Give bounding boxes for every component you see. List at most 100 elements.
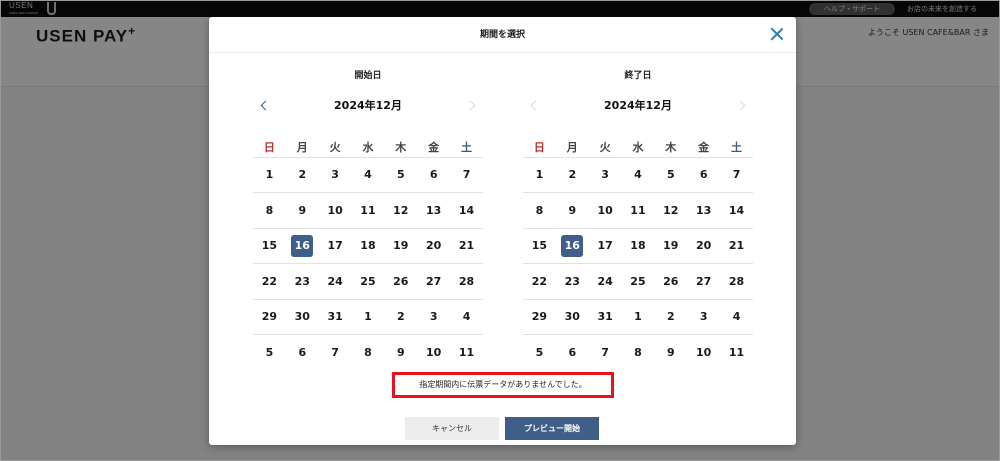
weekday-header: 土 <box>450 137 483 158</box>
day-cell[interactable]: 2 <box>285 157 319 193</box>
day-cell-disabled: 23 <box>555 263 589 300</box>
day-cell-outside: 11 <box>458 346 475 359</box>
day-cell-disabled: 30 <box>555 299 589 335</box>
day-cell-disabled: 29 <box>523 299 556 335</box>
day-cell-disabled: 6 <box>687 157 721 193</box>
day-cell-disabled: 28 <box>720 263 753 300</box>
day-cell[interactable]: 13 <box>417 192 451 229</box>
day-cell-outside: 7 <box>601 346 609 359</box>
day-cell[interactable]: 7 <box>450 157 483 193</box>
day-cell-disabled: 31 <box>588 299 622 335</box>
weekday-header: 月 <box>285 137 319 158</box>
start-month-label: 2024年12月 <box>334 99 402 112</box>
day-cell-outside: 3 <box>417 299 451 335</box>
start-month-nav: 2024年12月 <box>253 97 483 115</box>
day-cell-outside: 6 <box>298 346 307 359</box>
day-cell[interactable]: 10 <box>318 192 352 229</box>
day-cell-disabled: 13 <box>687 192 721 229</box>
close-icon[interactable] <box>770 27 784 41</box>
start-date-label: 開始日 <box>354 71 382 81</box>
day-cell-outside: 10 <box>425 346 442 359</box>
chevron-right-icon <box>465 100 476 111</box>
selected-day: 16 <box>291 234 314 257</box>
day-cell-disabled: 18 <box>621 228 655 264</box>
day-cell-outside: 5 <box>535 346 544 359</box>
day-cell-disabled: 1 <box>523 157 556 193</box>
selected-day-cell[interactable]: 16 <box>285 228 319 264</box>
day-cell-outside: 1 <box>351 299 385 335</box>
day-cell-outside: 5 <box>265 346 274 359</box>
day-cell-disabled: 26 <box>384 263 418 300</box>
day-cell-disabled: 10 <box>588 192 622 229</box>
selected-day: 16 <box>561 234 584 257</box>
day-cell-disabled: 20 <box>687 228 721 264</box>
day-cell-disabled: 24 <box>588 263 622 300</box>
dialog-title: 期間を選択 <box>479 30 525 40</box>
day-cell-outside: 1 <box>621 299 655 335</box>
weekday-header: 土 <box>720 137 753 158</box>
day-cell-disabled: 24 <box>318 263 352 300</box>
weekday-header: 日 <box>253 137 286 158</box>
start-next-month-button[interactable] <box>465 99 479 113</box>
day-cell-disabled: 31 <box>318 299 352 335</box>
day-cell-disabled: 15 <box>523 228 556 264</box>
day-cell[interactable]: 1 <box>253 157 286 193</box>
day-cell[interactable]: 11 <box>351 192 385 229</box>
day-cell-disabled: 2 <box>555 157 589 193</box>
day-cell-disabled: 20 <box>417 228 451 264</box>
weekday-header: 金 <box>417 137 451 158</box>
day-cell-disabled: 22 <box>253 263 286 300</box>
end-next-month-button[interactable] <box>735 99 749 113</box>
day-cell-disabled: 19 <box>384 228 418 264</box>
selected-day-cell[interactable]: 16 <box>555 228 589 264</box>
day-cell[interactable]: 5 <box>384 157 418 193</box>
day-cell-disabled: 29 <box>253 299 286 335</box>
day-cell-disabled: 9 <box>555 192 589 229</box>
start-preview-button[interactable]: プレビュー開始 <box>505 417 599 440</box>
weekday-header: 木 <box>384 137 418 158</box>
weekday-header: 月 <box>555 137 589 158</box>
day-cell-disabled: 17 <box>318 228 352 264</box>
day-cell-disabled: 12 <box>654 192 688 229</box>
day-cell[interactable]: 3 <box>318 157 352 193</box>
day-cell-disabled: 25 <box>351 263 385 300</box>
day-cell-disabled: 23 <box>285 263 319 300</box>
day-cell-disabled: 28 <box>450 263 483 300</box>
day-cell-outside: 6 <box>568 346 577 359</box>
day-cell[interactable]: 4 <box>351 157 385 193</box>
day-cell-disabled: 11 <box>621 192 655 229</box>
day-cell[interactable]: 8 <box>253 192 286 229</box>
weekday-header: 金 <box>687 137 721 158</box>
day-cell[interactable]: 15 <box>253 228 286 264</box>
day-cell-outside: 10 <box>695 346 712 359</box>
day-cell[interactable]: 9 <box>285 192 319 229</box>
day-cell-disabled: 22 <box>523 263 556 300</box>
day-cell-disabled: 21 <box>450 228 483 264</box>
day-cell-outside: 9 <box>666 346 675 359</box>
day-cell-disabled: 18 <box>351 228 385 264</box>
cancel-button[interactable]: キャンセル <box>405 417 499 440</box>
day-cell-outside: 8 <box>364 346 372 359</box>
day-cell-outside: 7 <box>331 346 339 359</box>
no-data-message: 指定期間内に伝票データがありませんでした。 <box>392 372 614 398</box>
day-cell-disabled: 5 <box>654 157 688 193</box>
day-cell-outside: 8 <box>634 346 642 359</box>
day-cell[interactable]: 12 <box>384 192 418 229</box>
day-cell-outside: 3 <box>687 299 721 335</box>
day-cell-outside: 2 <box>654 299 688 335</box>
day-cell-disabled: 17 <box>588 228 622 264</box>
day-cell-outside: 11 <box>728 346 745 359</box>
dialog-header: 期間を選択 <box>209 17 796 53</box>
day-cell-disabled: 27 <box>687 263 721 300</box>
day-cell-disabled: 25 <box>621 263 655 300</box>
day-cell[interactable]: 14 <box>450 192 483 229</box>
weekday-header: 木 <box>654 137 688 158</box>
day-cell-disabled: 26 <box>654 263 688 300</box>
end-month-nav: 2024年12月 <box>523 97 753 115</box>
weekday-header: 火 <box>318 137 352 158</box>
day-cell-disabled: 19 <box>654 228 688 264</box>
day-cell[interactable]: 6 <box>417 157 451 193</box>
day-cell-disabled: 14 <box>720 192 753 229</box>
app-frame: USEN USEN-NEXT GROUP ヘルプ・サポート お店の未来を創造する… <box>0 0 1000 461</box>
period-select-dialog: 期間を選択 開始日 2024年12月 日 月 火 水 木 金 土 1 2 3 4… <box>209 17 796 445</box>
